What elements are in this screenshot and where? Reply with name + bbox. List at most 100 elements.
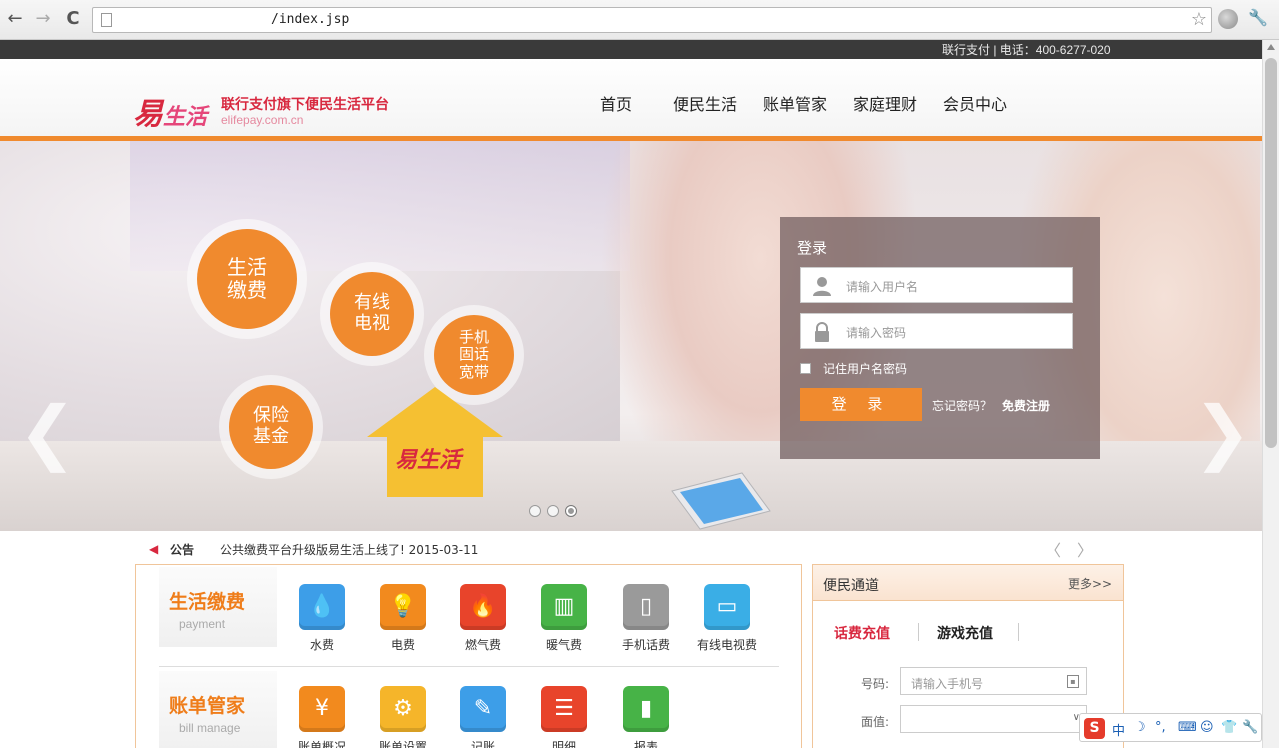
circle-line: 宽带 [458, 362, 489, 381]
banner-dot-1[interactable] [529, 505, 541, 517]
nav-life-services[interactable]: 便民生活 [673, 91, 737, 115]
service-label: 记账 [470, 740, 495, 748]
ime-logo-icon[interactable]: S [1084, 718, 1105, 739]
ime-punctuation-icon[interactable]: °, [1155, 720, 1166, 735]
service-mobile[interactable]: ▯ 手机话费 [611, 584, 681, 653]
site-logo[interactable]: 易生活 [133, 89, 207, 133]
circle-phone-broadband[interactable]: 手机 固话 宽带 [434, 315, 514, 395]
contact-card-icon[interactable]: ▪ [1067, 675, 1079, 688]
service-bill-settings[interactable]: ⚙ 账单设置 [368, 686, 438, 748]
page-icon [101, 13, 112, 27]
house-logo-text: 易生活 [395, 447, 462, 473]
announcement-prev-icon[interactable]: 〈 [1045, 537, 1061, 561]
bookmark-star-icon[interactable]: ☆ [1191, 9, 1207, 30]
site-header: 易生活 联行支付旗下便民生活平台 elifepay.com.cn 首页 便民生活… [0, 59, 1262, 137]
globe-icon[interactable] [1218, 9, 1238, 29]
banner-dot-2[interactable] [547, 505, 559, 517]
ime-skin-icon[interactable]: 👕 [1221, 720, 1237, 735]
circle-cable-tv[interactable]: 有线 电视 [330, 272, 414, 356]
register-link[interactable]: 免费注册 [1002, 397, 1050, 414]
forward-button[interactable]: → [32, 8, 54, 30]
reload-button[interactable]: C [62, 8, 84, 30]
service-label: 电费 [390, 638, 415, 652]
announcement-bar: ◀ 公告 公共缴费平台升级版易生活上线了! 2015-03-11 〈 〉 [0, 531, 1262, 564]
circle-line: 生活 [227, 255, 267, 279]
circle-insurance-fund[interactable]: 保险 基金 [229, 385, 313, 469]
service-label: 手机话费 [621, 638, 670, 652]
circle-line: 有线 [354, 292, 390, 314]
address-bar[interactable]: /index.jsp ☆ [92, 7, 1212, 33]
circle-life-payment[interactable]: 生活 缴费 [197, 229, 297, 329]
url-text[interactable]: /index.jsp [271, 12, 349, 27]
top-info-bar: 联行支付 | 电话：400-6277-020 [0, 40, 1262, 59]
section-header-payment: 生活缴费 payment [159, 567, 277, 647]
remember-me[interactable]: 记住用户名密码 [800, 360, 907, 377]
tab-phone-recharge[interactable]: 话费充值 [834, 623, 890, 643]
username-field[interactable]: 请输入用户名 [800, 267, 1073, 303]
phone-number-input[interactable]: 请输入手机号 ▪ [900, 667, 1087, 695]
remember-checkbox[interactable] [800, 363, 811, 374]
remember-label: 记住用户名密码 [823, 362, 908, 376]
hero-banner: ❮ ❯ 生活 缴费 有线 电视 手机 固话 宽带 保险 基金 易生活 登录 请输… [0, 141, 1262, 531]
nav-home[interactable]: 首页 [600, 91, 632, 115]
channel-more-link[interactable]: 更多>> [1068, 575, 1112, 592]
service-water[interactable]: 💧 水费 [287, 584, 357, 653]
logo-main-char: 易 [133, 97, 163, 132]
banner-dot-3[interactable] [565, 505, 577, 517]
circle-line: 基金 [253, 426, 289, 447]
password-placeholder: 请输入密码 [846, 326, 907, 340]
ime-wrench-icon[interactable]: 🔧 [1242, 720, 1258, 735]
service-bill-overview[interactable]: ¥ 账单概况 [287, 686, 357, 748]
page-scrollbar[interactable] [1262, 40, 1279, 748]
ime-moon-icon[interactable]: ☽ [1134, 720, 1146, 735]
service-heating[interactable]: ▥ 暖气费 [529, 584, 599, 653]
service-details[interactable]: ☰ 明细 [529, 686, 599, 748]
water-drop-icon: 💧 [299, 584, 345, 630]
nav-family-finance[interactable]: 家庭理财 [853, 91, 917, 115]
house-roof [367, 387, 503, 437]
banner-prev-arrow[interactable]: ❮ [18, 391, 77, 473]
wrench-icon[interactable]: 🔧 [1247, 8, 1269, 30]
user-icon [813, 277, 831, 296]
service-label: 报表 [633, 740, 658, 748]
scroll-thumb[interactable] [1265, 58, 1277, 448]
announcement-next-icon[interactable]: 〉 [1077, 537, 1093, 561]
tab-separator [918, 623, 919, 641]
circle-line: 固话 [458, 345, 489, 364]
nav-bill-manager[interactable]: 账单管家 [763, 91, 827, 115]
service-electricity[interactable]: 💡 电费 [368, 584, 438, 653]
channel-title: 便民通道 [823, 578, 879, 594]
login-button[interactable]: 登 录 [800, 388, 922, 421]
number-label: 号码: [861, 677, 890, 691]
service-cable-tv[interactable]: ▭ 有线电视费 [691, 584, 763, 653]
amount-select[interactable]: ∨ [900, 705, 1087, 733]
service-label: 有线电视费 [696, 638, 757, 652]
ime-user-icon[interactable]: ☺ [1200, 720, 1214, 735]
scroll-up-icon[interactable] [1267, 44, 1275, 50]
notebook-pen-icon: ✎ [460, 686, 506, 732]
password-field[interactable]: 请输入密码 [800, 313, 1073, 349]
service-reports[interactable]: ▮ 报表 [611, 686, 681, 748]
amount-label: 面值: [861, 715, 890, 729]
nav-member-center[interactable]: 会员中心 [943, 91, 1007, 115]
browser-toolbar: ← → C /index.jsp ☆ 🔧 [0, 0, 1279, 40]
announcement-text[interactable]: 公共缴费平台升级版易生活上线了! 2015-03-11 [220, 541, 478, 558]
service-label: 账单设置 [378, 740, 427, 748]
ime-keyboard-icon[interactable]: ⌨ [1178, 720, 1197, 735]
yen-icon: ¥ [299, 686, 345, 732]
service-gas[interactable]: 🔥 燃气费 [448, 584, 518, 653]
service-label: 明细 [551, 740, 576, 748]
forgot-password-link[interactable]: 忘记密码？ [932, 397, 992, 414]
section-header-bill: 账单管家 bill manage [159, 671, 277, 748]
smartphone-image [671, 472, 771, 530]
service-label: 燃气费 [464, 638, 501, 652]
section-subtitle: payment [179, 617, 226, 631]
bar-chart-icon: ▮ [623, 686, 669, 732]
tab-game-recharge[interactable]: 游戏充值 [937, 623, 993, 643]
ime-chinese-mode[interactable]: 中 [1112, 720, 1125, 739]
back-button[interactable]: ← [4, 8, 26, 30]
service-bookkeeping[interactable]: ✎ 记账 [448, 686, 518, 748]
announcement-label: 公告 [170, 543, 195, 557]
login-panel: 登录 请输入用户名 请输入密码 记住用户名密码 登 录 忘记密码？ 免费注册 [780, 217, 1100, 459]
banner-next-arrow[interactable]: ❯ [1193, 391, 1252, 473]
